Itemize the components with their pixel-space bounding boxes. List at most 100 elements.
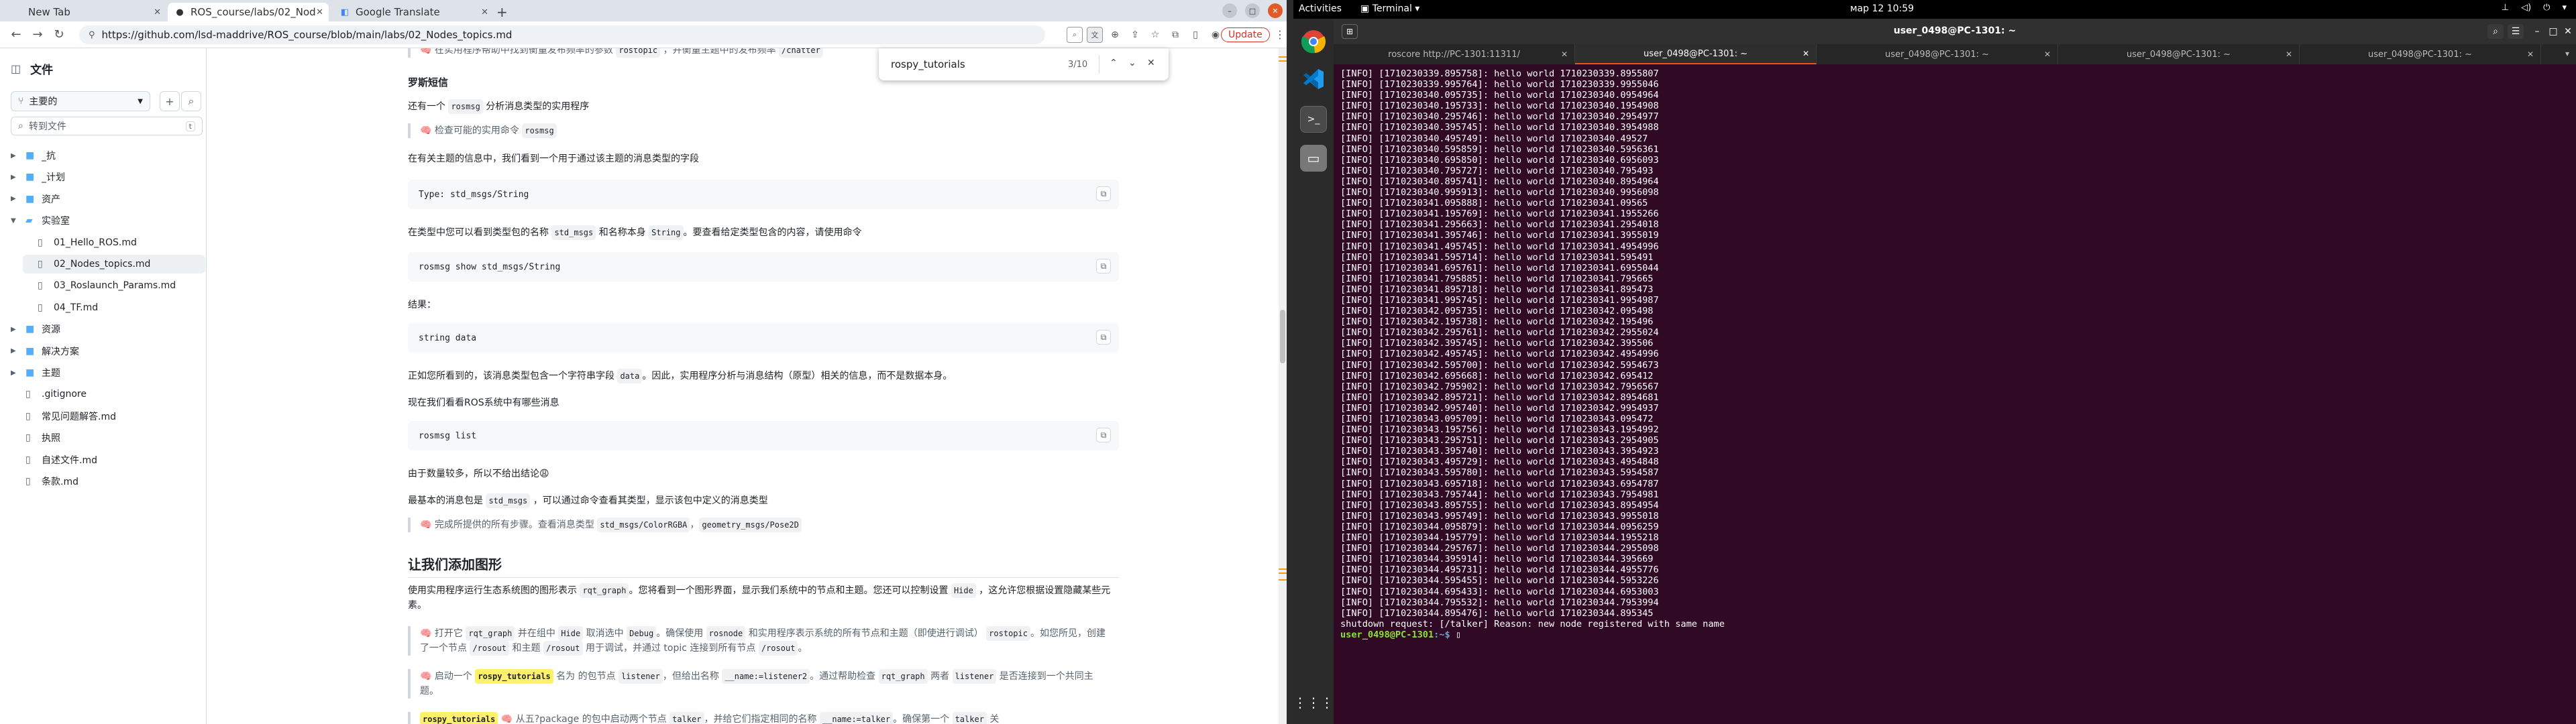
terminal-tab[interactable]: user_0498@PC-1301: ~ ✕ <box>2058 44 2300 64</box>
file-tree-item[interactable]: ▶ ■ 资源 <box>11 320 193 339</box>
terminal-icon: ▣ <box>1360 3 1373 14</box>
chrome-icon[interactable] <box>1300 28 1327 55</box>
add-file-button[interactable]: + <box>160 91 180 111</box>
share-icon[interactable]: ⇪ <box>1127 27 1143 43</box>
close-tab-icon[interactable]: ✕ <box>1561 50 1568 59</box>
close-tab-icon[interactable]: ✕ <box>2527 50 2534 59</box>
file-tree-item[interactable]: ▶ ■ _计划 <box>11 168 193 186</box>
terminal-tab-label: user_0498@PC-1301: ~ <box>2126 49 2231 60</box>
find-icon[interactable]: ⌕ <box>1067 27 1083 43</box>
zoom-icon[interactable]: ⊕ <box>1107 27 1123 43</box>
volume-icon[interactable]: ◁) <box>2521 3 2531 13</box>
branch-selector[interactable]: ⑂ 主要的 ▼ <box>11 91 150 111</box>
chevron-right-icon: ▶ <box>11 195 16 203</box>
show-apps-icon[interactable]: ⋮⋮⋮ <box>1293 689 1334 716</box>
bookmark-star-icon[interactable]: ☆ <box>1147 27 1163 43</box>
terminal-tab-label: user_0498@PC-1301: ~ <box>1884 49 1990 60</box>
app-menu[interactable]: ▣ Terminal ▾ <box>1360 3 1419 14</box>
maximize-icon[interactable]: □ <box>2545 24 2561 39</box>
tab-new-tab[interactable]: New Tab ✕ <box>5 3 166 21</box>
shell-prompt[interactable]: user_0498@PC-1301:~$ ▯ <box>1340 629 2568 640</box>
clock[interactable]: мар 12 10:59 <box>1850 3 1914 14</box>
more-menu-icon[interactable]: ⋮ <box>1275 28 1285 41</box>
file-tree-item[interactable]: ▯ 02_Nodes_topics.md <box>23 255 205 274</box>
search-icon[interactable]: ⌕ <box>2487 24 2504 39</box>
terminal-tab[interactable]: user_0498@PC-1301: ~ ✕ <box>2300 44 2541 64</box>
back-icon[interactable]: ← <box>5 27 27 42</box>
extensions-icon[interactable]: ⧉ <box>1167 27 1183 43</box>
scroll-thumb[interactable] <box>1280 310 1285 363</box>
minimize-icon[interactable]: – <box>2529 24 2545 39</box>
file-tree-item[interactable]: ▯ .gitignore <box>11 385 193 404</box>
tab-google-translate[interactable]: ◧ Google Translate ✕ <box>333 3 494 21</box>
files-icon[interactable]: ▭ <box>1300 145 1327 172</box>
find-next-icon[interactable]: ⌄ <box>1128 58 1136 68</box>
close-icon[interactable]: ✕ <box>316 7 323 17</box>
new-tab-button[interactable]: + <box>496 4 508 20</box>
file-tree-item[interactable]: ▯ 条款.md <box>11 472 193 491</box>
close-tab-icon[interactable]: ✕ <box>2286 50 2292 59</box>
browser-window: New Tab ✕ ● ROS_course/labs/02_Nod ✕ ◧ G… <box>0 0 1287 724</box>
section-heading-h2: 让我们添加图形 <box>408 554 1119 578</box>
file-tree-item[interactable]: ▯ 自述文件.md <box>11 450 193 469</box>
file-tree-item[interactable]: ▯ 03_Roslaunch_Params.md <box>23 276 205 295</box>
file-tree-item[interactable]: ▶ ■ _抗 <box>11 146 193 165</box>
file-tree-item[interactable]: ▶ ■ 主题 <box>11 363 193 382</box>
copy-icon[interactable]: ⧉ <box>1096 428 1111 442</box>
reload-icon[interactable]: ↻ <box>48 27 70 42</box>
log-line: [INFO] [1710230344.095879]: hello world … <box>1340 521 1659 532</box>
close-icon[interactable]: ✕ <box>481 7 488 17</box>
file-tree-item[interactable]: ▼ ▰ 实验室 <box>11 211 193 230</box>
log-line: [INFO] [1710230341.595714]: hello world … <box>1340 251 1654 263</box>
file-tree-item[interactable]: ▯ 常见问题解答.md <box>11 407 193 426</box>
file-tree-item[interactable]: ▶ ■ 解决方案 <box>11 342 193 361</box>
find-close-icon[interactable]: ✕ <box>1147 58 1155 68</box>
toolbar-icons: ⌕ 文 ⊕ ⇪ ☆ ⧉ ▯ ◉ <box>1067 27 1228 43</box>
terminal-output[interactable]: [INFO] [1710230339.895758]: hello world … <box>1340 68 2568 719</box>
branch-name: 主要的 <box>29 97 58 107</box>
minimize-icon[interactable]: – <box>1222 3 1237 18</box>
vscode-icon[interactable] <box>1300 66 1327 93</box>
terminal-tab[interactable]: user_0498@PC-1301: ~ ✕ <box>1817 44 2058 64</box>
log-line: [INFO] [1710230343.995749]: hello world … <box>1340 510 1659 522</box>
terminal-tab[interactable]: user_0498@PC-1301: ~ ✕ <box>1575 44 1817 64</box>
copy-icon[interactable]: ⧉ <box>1096 186 1111 201</box>
close-tab-icon[interactable]: ✕ <box>1803 49 1809 58</box>
find-input[interactable]: rospy_tutorials <box>891 58 965 70</box>
close-tab-icon[interactable]: ✕ <box>2044 50 2051 59</box>
forward-icon[interactable]: → <box>27 27 48 42</box>
tab-list-icon[interactable]: ▾ <box>2565 49 2569 58</box>
collapse-sidebar-icon[interactable]: ◫ <box>11 62 21 75</box>
close-icon[interactable]: ✕ <box>2560 24 2576 39</box>
file-tree-item[interactable]: ▯ 04_TF.md <box>23 298 205 317</box>
terminal-tab[interactable]: roscore http://PC-1301:11311/ ✕ <box>1334 44 1575 64</box>
activities-button[interactable]: Activities <box>1299 3 1342 14</box>
update-button[interactable]: Update <box>1221 27 1270 42</box>
sidebar-icon[interactable]: ▯ <box>1187 27 1203 43</box>
close-window-icon[interactable]: ✕ <box>1268 3 1283 18</box>
tab-github[interactable]: ● ROS_course/labs/02_Nod ✕ <box>168 3 329 21</box>
copy-icon[interactable]: ⧉ <box>1096 259 1111 274</box>
search-icon[interactable]: ⌕ <box>181 91 201 111</box>
site-info-icon[interactable]: ⚲ <box>89 30 95 40</box>
hamburger-menu-icon[interactable]: ☰ <box>2508 24 2524 39</box>
file-icon: ▯ <box>38 302 43 313</box>
power-icon[interactable]: ⏻ <box>2543 3 2550 13</box>
network-icon[interactable]: ⊥ <box>2502 3 2509 13</box>
page-scrollbar[interactable] <box>1279 48 1287 724</box>
find-previous-icon[interactable]: ⌃ <box>1110 58 1118 68</box>
go-to-file-input[interactable]: ⌕ 转到文件 t <box>11 117 203 135</box>
terminal-app-icon[interactable]: >_ <box>1300 106 1327 133</box>
file-tree-item[interactable]: ▯ 执照 <box>11 428 193 447</box>
tray-menu-icon[interactable]: ▾ <box>2562 3 2567 13</box>
address-bar[interactable]: ⚲ https://github.com/lsd-maddrive/ROS_co… <box>79 25 1045 44</box>
file-tree-item[interactable]: ▯ 01_Hello_ROS.md <box>23 233 205 252</box>
close-icon[interactable]: ✕ <box>154 7 161 17</box>
file-tree-item[interactable]: ▶ ■ 资产 <box>11 190 193 208</box>
folder-icon: ■ <box>25 150 35 161</box>
copy-icon[interactable]: ⧉ <box>1096 330 1111 345</box>
log-line: [INFO] [1710230341.295663]: hello world … <box>1340 219 1659 231</box>
translate-page-icon[interactable]: 文 <box>1087 27 1103 43</box>
maximize-icon[interactable]: □ <box>1245 3 1260 18</box>
log-line: [INFO] [1710230340.595859]: hello world … <box>1340 143 1659 155</box>
